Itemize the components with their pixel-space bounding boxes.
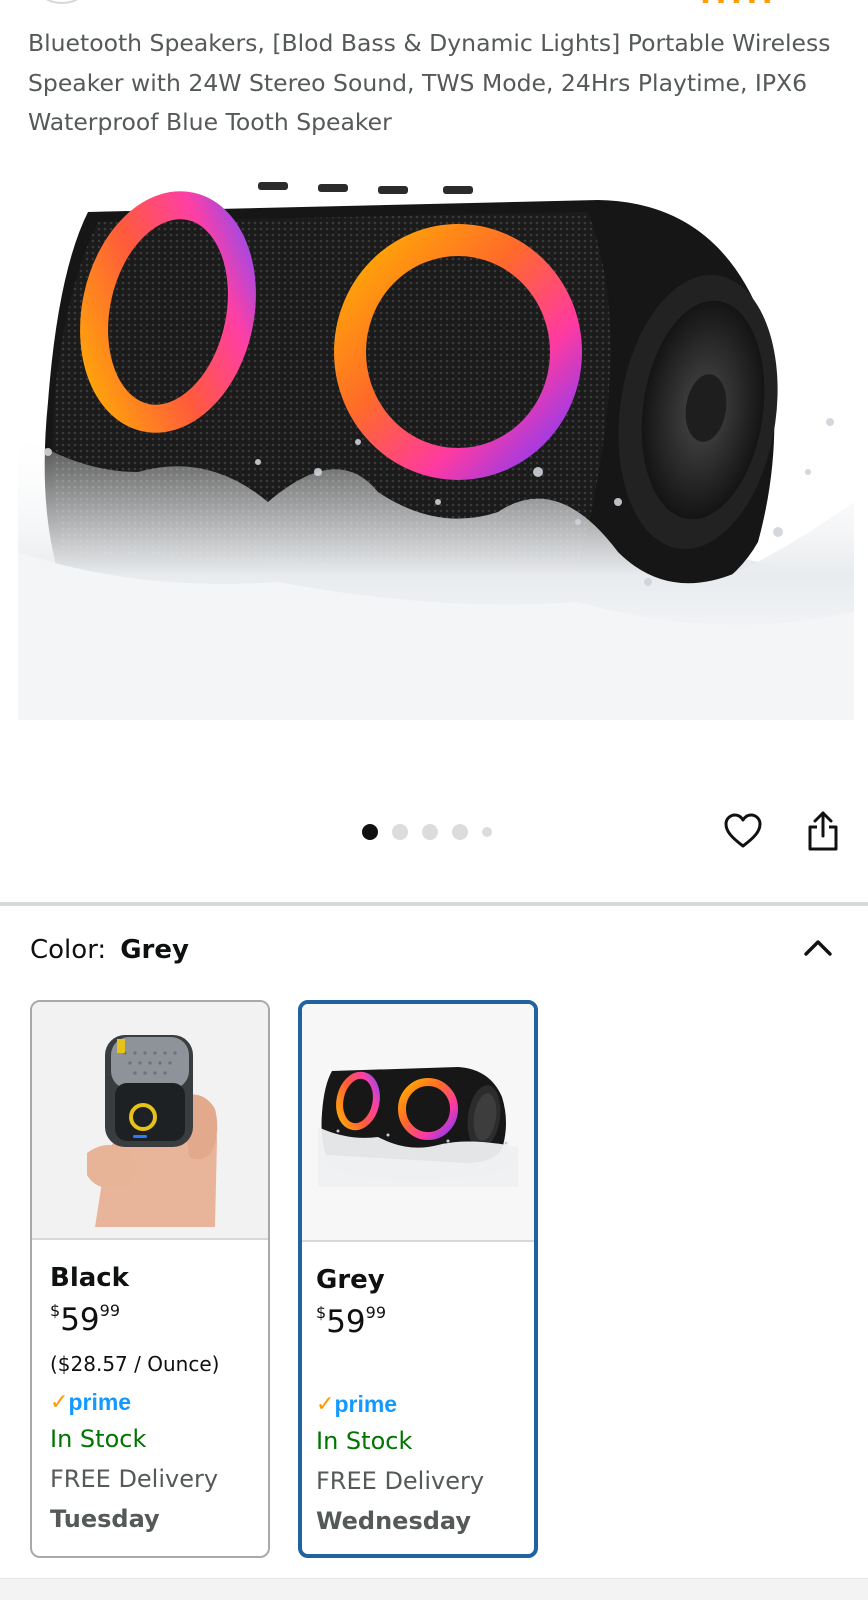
stock-status: In Stock — [316, 1427, 413, 1455]
swatch-thumbnail — [302, 1004, 534, 1242]
prime-check-icon: ✓ — [50, 1389, 69, 1415]
heart-outline-icon — [724, 813, 762, 848]
share-button[interactable] — [798, 806, 848, 856]
stock-status: In Stock — [50, 1425, 147, 1453]
prime-badge: ✓ prime — [50, 1388, 132, 1415]
swatch-price: $5999 — [316, 1303, 386, 1340]
brand-avatar-edge — [40, 0, 84, 4]
mini-speaker-in-hand-image — [87, 1035, 218, 1227]
color-label: Color: — [30, 935, 107, 965]
next-section-edge — [0, 1578, 868, 1600]
color-selector-header: Color: Grey — [30, 933, 189, 967]
swatch-unit-price: ($28.57 / Ounce) — [50, 1352, 220, 1376]
delivery-day: Wednesday — [316, 1507, 472, 1535]
product-image-main[interactable] — [18, 172, 854, 720]
rating-stars-edge: ★★★★★ — [699, 0, 776, 3]
image-carousel-indicator[interactable] — [362, 824, 492, 840]
swatch-unit-price — [316, 1349, 534, 1383]
wishlist-button[interactable] — [718, 806, 768, 856]
swatch-name: Black — [50, 1263, 129, 1293]
speaker-image — [18, 172, 854, 720]
color-collapse-button[interactable] — [796, 928, 840, 968]
delivery-day: Tuesday — [50, 1505, 160, 1533]
share-icon — [808, 811, 838, 851]
top-partial-header: ★★★★★ — [0, 0, 868, 10]
carousel-dot[interactable] — [482, 827, 492, 837]
swatch-thumbnail — [32, 1002, 268, 1240]
delivery-label: FREE Delivery — [316, 1467, 485, 1495]
carousel-dot[interactable] — [422, 824, 438, 840]
carousel-dot[interactable] — [452, 824, 468, 840]
speaker-thumbnail-image — [318, 1057, 518, 1187]
section-divider — [0, 902, 868, 906]
selected-color-value: Grey — [120, 935, 189, 965]
color-option-grey[interactable]: Grey $5999 ✓ prime In Stock FREE Delivery… — [298, 1000, 538, 1558]
carousel-dot-active[interactable] — [362, 824, 378, 840]
swatch-name: Grey — [316, 1265, 385, 1295]
carousel-dot[interactable] — [392, 824, 408, 840]
swatch-price: $5999 — [50, 1301, 120, 1338]
prime-badge: ✓ prime — [316, 1390, 398, 1417]
chevron-up-icon — [804, 940, 832, 956]
product-title: Bluetooth Speakers, [Blod Bass & Dynamic… — [28, 29, 831, 136]
delivery-label: FREE Delivery — [50, 1465, 219, 1493]
color-option-black[interactable]: Black $5999 ($28.57 / Ounce) ✓ prime In S… — [30, 1000, 270, 1558]
prime-check-icon: ✓ — [316, 1391, 335, 1417]
